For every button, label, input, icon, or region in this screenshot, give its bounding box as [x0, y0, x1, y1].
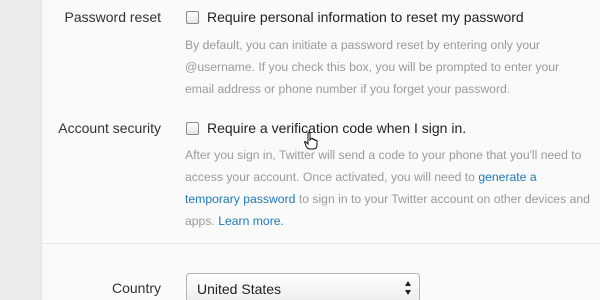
account-security-checkbox-label[interactable]: Require a verification code when I sign … [207, 120, 466, 136]
section-divider [42, 243, 600, 244]
left-margin [0, 0, 42, 300]
account-security-checkbox[interactable] [186, 122, 199, 135]
country-label: Country [111, 280, 161, 296]
account-security-label: Account security [58, 120, 161, 136]
password-reset-description: By default, you can initiate a password … [185, 38, 560, 96]
country-select[interactable]: United States [186, 273, 420, 300]
password-reset-checkbox[interactable] [186, 11, 199, 24]
country-select-value: United States [197, 281, 282, 297]
hand-cursor-icon [304, 132, 318, 150]
account-security-description: After you sign in, Twitter will send a c… [185, 144, 590, 232]
select-arrows-icon [405, 281, 411, 295]
password-reset-checkbox-label[interactable]: Require personal information to reset my… [207, 9, 524, 25]
learn-more-link[interactable]: Learn more. [218, 214, 284, 228]
password-reset-label: Password reset [64, 9, 161, 25]
